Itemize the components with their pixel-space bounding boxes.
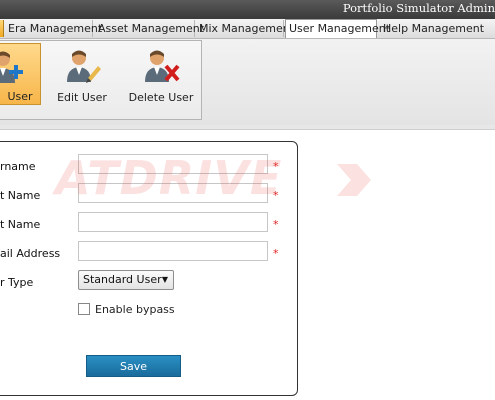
email-input[interactable] xyxy=(78,241,268,261)
tab-bar: Era Management Asset Management Mix Mana… xyxy=(0,19,495,39)
first-name-label: t Name xyxy=(0,189,41,202)
edit-user-icon xyxy=(67,50,101,83)
email-label: ail Address xyxy=(0,247,61,260)
tab-era-management[interactable]: Era Management xyxy=(5,20,102,37)
username-input[interactable] xyxy=(78,154,268,174)
chevron-down-icon: ▼ xyxy=(161,275,168,284)
tab-home-stub[interactable] xyxy=(0,20,4,37)
add-user-button[interactable]: User xyxy=(0,43,41,105)
first-name-required-mark: * xyxy=(273,189,279,202)
user-type-select[interactable]: Standard User ▼ xyxy=(78,270,174,290)
title-bar: Portfolio Simulator Admin xyxy=(0,0,495,19)
first-name-input[interactable] xyxy=(78,183,268,203)
tab-asset-management[interactable]: Asset Management xyxy=(95,20,204,37)
ribbon: User Edit User Delete User xyxy=(0,39,495,126)
last-name-input[interactable] xyxy=(78,212,268,232)
user-actions-group: User Edit User Delete User xyxy=(0,40,202,120)
tab-help-management[interactable]: Help Management xyxy=(380,20,484,37)
watermark-chevron-icon xyxy=(337,164,371,196)
username-label: rname xyxy=(0,160,36,173)
add-user-label: User xyxy=(7,90,33,103)
add-user-icon xyxy=(0,51,23,83)
username-required-mark: * xyxy=(273,160,279,173)
app-title: Portfolio Simulator Admin xyxy=(342,1,495,15)
last-name-required-mark: * xyxy=(273,218,279,231)
save-button[interactable]: Save xyxy=(86,355,181,377)
user-type-label: r Type xyxy=(0,276,34,289)
last-name-label: t Name xyxy=(0,218,41,231)
enable-bypass-checkbox[interactable] xyxy=(78,303,90,315)
email-required-mark: * xyxy=(273,247,279,260)
enable-bypass-label: Enable bypass xyxy=(95,303,175,316)
tab-mix-management[interactable]: Mix Management xyxy=(196,20,294,37)
tab-user-management[interactable]: User Management xyxy=(285,19,390,38)
ribbon-divider xyxy=(0,125,495,130)
delete-user-button[interactable]: Delete User xyxy=(124,43,198,105)
user-type-value: Standard User xyxy=(83,273,162,286)
delete-user-label: Delete User xyxy=(128,91,194,104)
edit-user-label: Edit User xyxy=(57,91,107,104)
delete-user-icon xyxy=(145,50,180,82)
edit-user-button[interactable]: Edit User xyxy=(50,43,114,105)
